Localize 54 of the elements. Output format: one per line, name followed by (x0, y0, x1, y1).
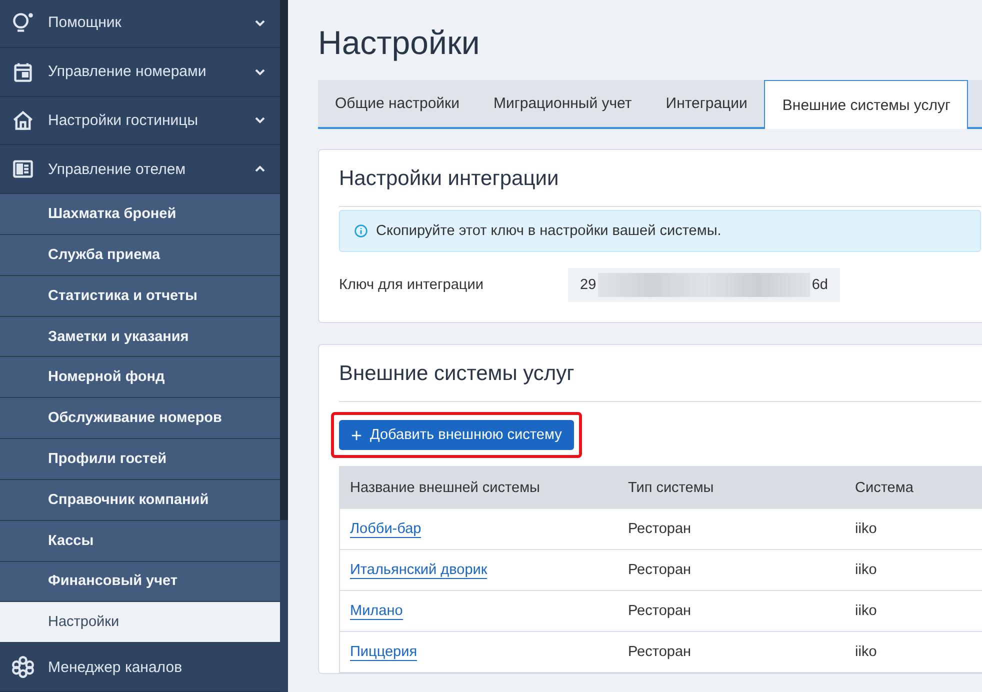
sidebar-item-label: Менеджер каналов (48, 658, 184, 676)
sidebar-subitem[interactable]: Финансовый учет (0, 562, 280, 602)
column-header: Тип системы (618, 466, 845, 509)
table-cell: iiko (855, 521, 877, 537)
table-cell: Ресторан (628, 644, 692, 660)
tab[interactable]: Внешние системы услуг (764, 80, 968, 129)
sidebar-item-label: Управление номерами (48, 63, 208, 80)
sidebar-item-label: Настройки гостиницы (48, 112, 199, 129)
calendar-icon (12, 60, 34, 83)
sidebar-item-label: Управление отелем (48, 160, 187, 178)
grid-icon (12, 158, 34, 180)
table-cell: Ресторан (628, 603, 692, 619)
table-cell: Ресторан (628, 521, 692, 537)
sidebar-item[interactable]: Менеджер каналов (0, 643, 280, 692)
scrollbar[interactable] (280, 0, 288, 520)
column-header: Система (845, 466, 982, 509)
sidebar-subitem[interactable]: Заметки и указания (0, 316, 280, 358)
page-title: Настройки (318, 24, 481, 62)
key-field[interactable]: 29 6d (568, 268, 840, 302)
sidebar-subitem[interactable]: Настройки (0, 602, 280, 644)
info-icon (354, 224, 368, 238)
info-text: Скопируйте этот ключ в настройки вашей системы. (376, 223, 722, 239)
sidebar-subitem[interactable]: Служба приема (0, 234, 280, 276)
flower-icon (12, 656, 34, 678)
system-link[interactable]: Пиццерия (350, 644, 418, 661)
sidebar-item[interactable]: Помощник (0, 0, 280, 48)
plus-icon (351, 430, 362, 440)
sidebar-subitem[interactable]: Профили гостей (0, 439, 280, 480)
key-label: Ключ для интеграции (339, 277, 484, 293)
table-cell: iiko (855, 644, 877, 660)
sidebar-item[interactable]: Управление номерами (0, 48, 280, 97)
lightbulb-icon (12, 12, 34, 34)
system-link[interactable]: Лобби-бар (350, 521, 422, 538)
table-cell: iiko (855, 562, 877, 578)
tab[interactable]: Миграционный учет (476, 80, 649, 127)
sidebar-subitem[interactable]: Обслуживание номеров (0, 398, 280, 440)
sidebar-subitem[interactable]: Шахматка броней (0, 194, 280, 235)
tab[interactable]: Интеграции (648, 80, 764, 127)
sidebar-subitem[interactable]: Справочник компаний (0, 480, 280, 521)
column-header: Название внешней системы (340, 466, 618, 509)
table-cell: Ресторан (628, 562, 692, 578)
sidebar-subitem[interactable]: Номерной фонд (0, 357, 280, 398)
system-link[interactable]: Итальянский дворик (350, 562, 488, 579)
card-title: Настройки интеграции (339, 150, 981, 207)
sidebar-subitem[interactable]: Кассы (0, 520, 280, 562)
table-cell: iiko (855, 603, 877, 619)
tab[interactable]: Общие настройки (318, 80, 476, 127)
sidebar-subitem[interactable]: Статистика и отчеты (0, 276, 280, 317)
system-link[interactable]: Милано (350, 603, 403, 620)
add-system-button[interactable]: Добавить внешнюю систему (339, 420, 574, 450)
house-icon (12, 109, 34, 132)
sidebar-item-label: Помощник (48, 14, 122, 32)
sidebar-item[interactable]: Настройки гостиницы (0, 96, 280, 146)
card-title: Внешние системы услуг (339, 345, 981, 402)
